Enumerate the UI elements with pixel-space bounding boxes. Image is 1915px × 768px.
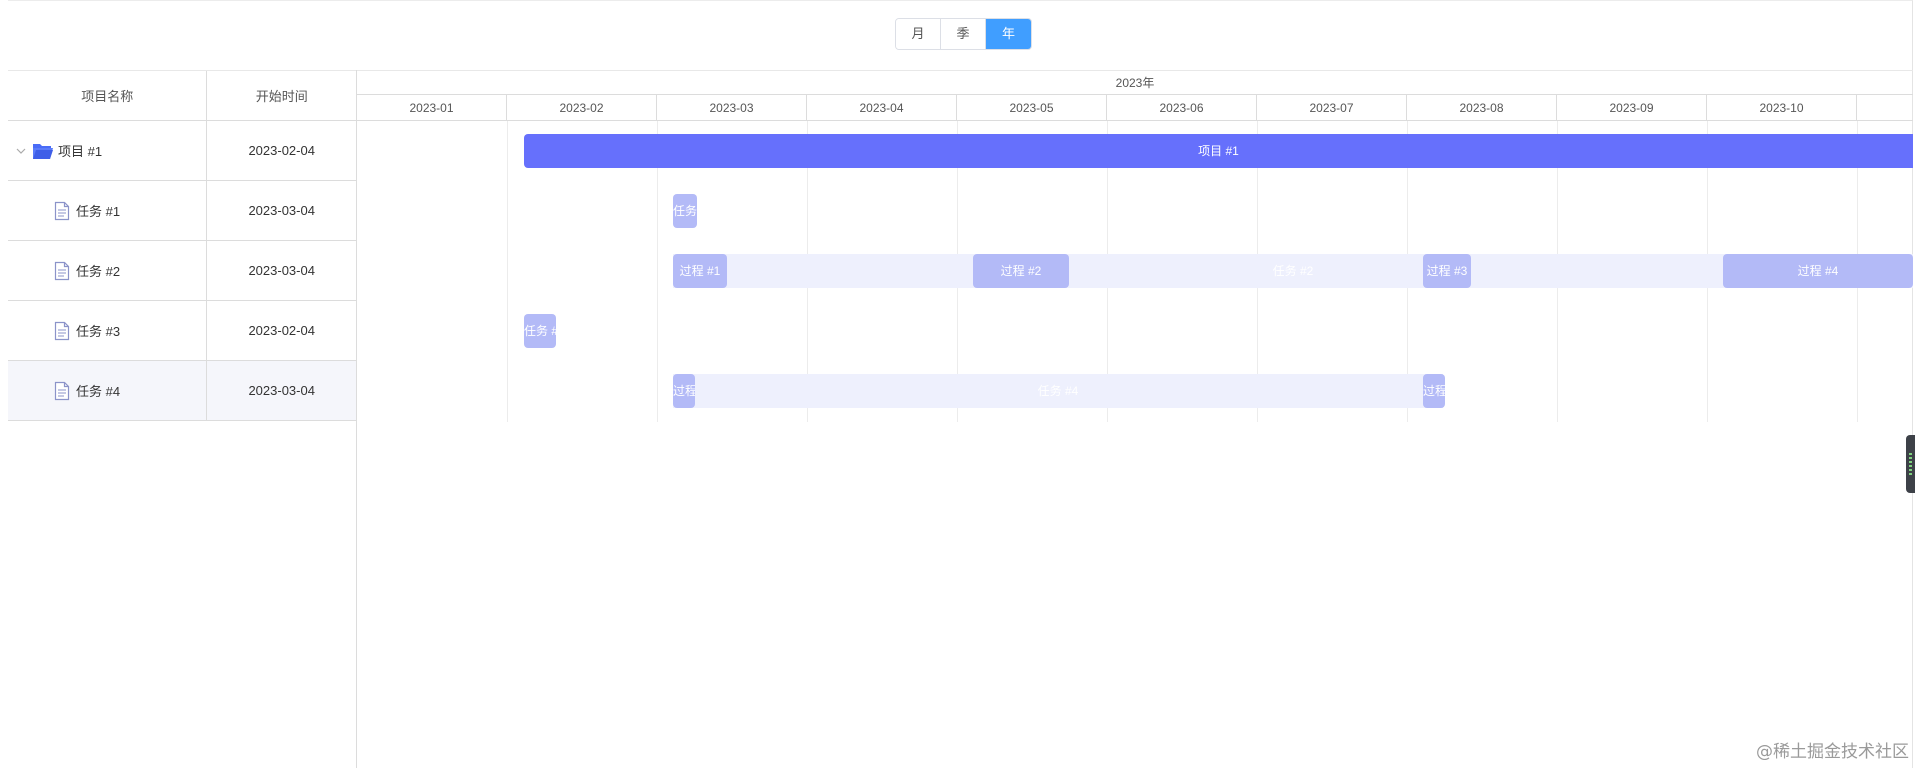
month-cell: 2023-05 xyxy=(957,95,1107,121)
row-start: 2023-02-04 xyxy=(248,143,315,158)
view-quarter-button[interactable]: 季 xyxy=(941,19,986,49)
grid-row-task-2[interactable]: 任务 #2 2023-03-04 xyxy=(8,241,356,301)
grid-row-task-3[interactable]: 任务 #3 2023-02-04 xyxy=(8,301,356,361)
row-name: 任务 #3 xyxy=(76,324,121,339)
document-icon xyxy=(54,381,70,401)
task-grid: 项目名称 开始时间 项目 #1 2023-02-04 任务 #1 2023-03… xyxy=(8,70,357,768)
month-cell: 2023-06 xyxy=(1107,95,1257,121)
timeline-month-header: 2023-01 2023-02 2023-03 2023-04 2023-05 … xyxy=(357,95,1913,121)
column-header-name[interactable]: 项目名称 xyxy=(8,71,208,120)
document-icon xyxy=(54,321,70,341)
month-cell: 2023-10 xyxy=(1707,95,1857,121)
process-bar[interactable]: 过程 xyxy=(1423,374,1445,408)
view-year-button[interactable]: 年 xyxy=(986,19,1031,49)
row-name: 项目 #1 xyxy=(58,144,103,159)
row-name: 任务 #2 xyxy=(76,264,121,279)
gantt-timeline: 2023年 2023-01 2023-02 2023-03 2023-04 20… xyxy=(357,70,1913,422)
process-bar[interactable]: 过程 #4 xyxy=(1723,254,1913,288)
process-bar[interactable]: 过程 #1 xyxy=(673,254,727,288)
task-bar[interactable]: 任务 # xyxy=(524,314,556,348)
chevron-down-icon[interactable] xyxy=(14,146,28,156)
grid-row-project-1[interactable]: 项目 #1 2023-02-04 xyxy=(8,121,356,181)
task-bar[interactable]: 任务 xyxy=(673,194,697,228)
row-start: 2023-03-04 xyxy=(248,203,315,218)
month-cell: 2023-07 xyxy=(1257,95,1407,121)
month-cell: 2023-04 xyxy=(807,95,957,121)
document-icon xyxy=(54,261,70,281)
grid-row-task-4[interactable]: 任务 #4 2023-03-04 xyxy=(8,361,356,421)
month-cell: 2023-03 xyxy=(657,95,807,121)
watermark: @稀土掘金技术社区 xyxy=(1756,742,1909,762)
process-bar[interactable]: 过程 xyxy=(673,374,695,408)
document-icon xyxy=(54,201,70,221)
grid-header: 项目名称 开始时间 xyxy=(8,70,356,121)
grid-row-task-1[interactable]: 任务 #1 2023-03-04 xyxy=(8,181,356,241)
row-start: 2023-02-04 xyxy=(248,323,315,338)
row-name: 任务 #1 xyxy=(76,204,121,219)
process-bar[interactable]: 过程 #3 xyxy=(1423,254,1471,288)
process-bar[interactable]: 过程 #2 xyxy=(973,254,1069,288)
month-cell: 2023-08 xyxy=(1407,95,1557,121)
row-name: 任务 #4 xyxy=(76,384,121,399)
view-month-button[interactable]: 月 xyxy=(896,19,941,49)
row-start: 2023-03-04 xyxy=(248,383,315,398)
month-cell: 2023-02 xyxy=(507,95,657,121)
month-cell: 2023-01 xyxy=(357,95,507,121)
row-start: 2023-03-04 xyxy=(248,263,315,278)
view-switcher: 月 季 年 xyxy=(895,18,1032,50)
project-bar[interactable]: 项目 #1 xyxy=(524,134,1913,168)
side-drag-handle[interactable] xyxy=(1906,435,1915,493)
column-header-start[interactable]: 开始时间 xyxy=(207,71,356,120)
timeline-year-header: 2023年 xyxy=(357,70,1913,95)
month-cell: 2023-09 xyxy=(1557,95,1707,121)
grid-line xyxy=(507,121,508,422)
folder-open-icon xyxy=(32,142,54,160)
timeline-body: 项目 #1 任务 任务 #2 过程 #1 过程 #2 过程 #3 过程 #4 任… xyxy=(357,121,1913,422)
task-track[interactable]: 任务 #4 xyxy=(673,374,1443,408)
